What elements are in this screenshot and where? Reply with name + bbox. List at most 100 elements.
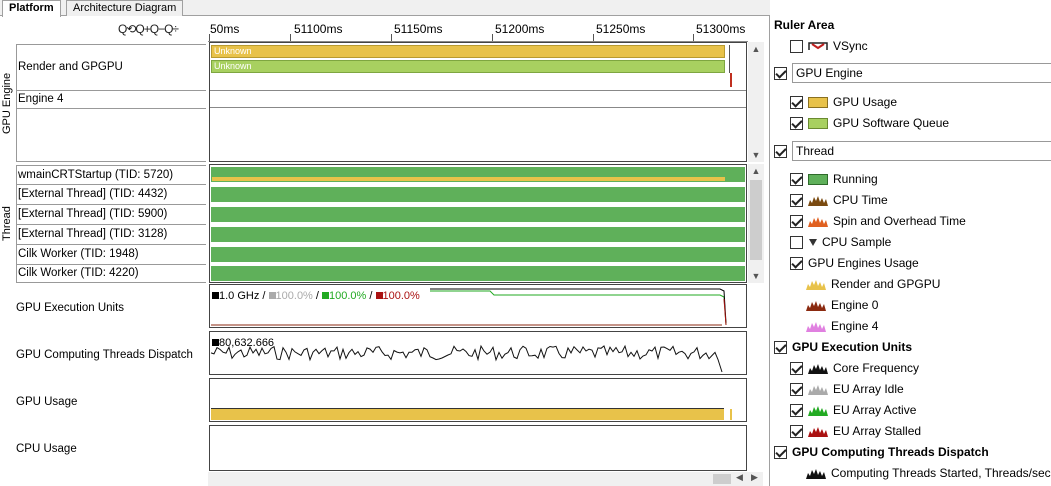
- ruler-tick-label: 51200ms: [495, 22, 545, 36]
- legend-item-vsync[interactable]: VSync: [790, 37, 868, 55]
- tab-bar: Platform Architecture Diagram: [0, 0, 770, 17]
- tab-platform[interactable]: Platform: [2, 0, 61, 17]
- section-label-eu[interactable]: GPU Execution Units: [16, 302, 124, 314]
- cpu-usage-track[interactable]: [209, 425, 747, 471]
- eu-graph: [211, 288, 727, 326]
- eu-idle-checkbox[interactable]: [790, 382, 803, 396]
- spin-checkbox[interactable]: [790, 214, 803, 228]
- core-frequency-checkbox[interactable]: [790, 361, 803, 375]
- thread-checkbox[interactable]: [774, 144, 787, 158]
- tab-architecture-diagram[interactable]: Architecture Diagram: [66, 0, 184, 16]
- legend-item-thread[interactable]: Thread: [774, 141, 1051, 161]
- thread-scrollbar[interactable]: ▲ ▼: [748, 164, 764, 283]
- gpu-queue-swatch: [808, 117, 828, 129]
- ruler-tick-label: 51100ms: [294, 22, 343, 36]
- dispatch-checkbox[interactable]: [774, 445, 787, 459]
- eu-track[interactable]: 1.0 GHz / 100.0% / 100.0% / 100.0%: [209, 284, 747, 328]
- legend-item-render: Render and GPGPU: [806, 275, 940, 293]
- gpu-usage-swatch: [808, 96, 828, 108]
- eu-stalled-checkbox[interactable]: [790, 424, 803, 438]
- row-label-render-gpgpu[interactable]: Render and GPGPU: [16, 44, 206, 91]
- zoom-out-icon[interactable]: Q−: [150, 22, 165, 36]
- legend-item-eu-active[interactable]: EU Array Active: [790, 401, 916, 419]
- zoom-fit-icon[interactable]: Q÷: [164, 22, 179, 36]
- legend-item-eu-idle[interactable]: EU Array Idle: [790, 380, 904, 398]
- gpu-software-queue-bar[interactable]: Unknown: [211, 60, 725, 73]
- thread-track[interactable]: [209, 164, 747, 283]
- legend-item-gpu-software-queue[interactable]: GPU Software Queue: [790, 114, 949, 132]
- thread-label[interactable]: wmainCRTStartup (TID: 5720): [16, 165, 206, 185]
- legend-item-dispatch-started: Computing Threads Started, Threads/sec: [806, 464, 1051, 482]
- zoom-reset-icon[interactable]: Q⟲: [118, 22, 136, 36]
- ruler-tick-label: 51150ms: [394, 22, 443, 36]
- row-label-engine-4[interactable]: Engine 4: [16, 91, 206, 109]
- engine0-icon: [806, 301, 826, 311]
- thread-running-bar[interactable]: [211, 207, 745, 222]
- thread-label[interactable]: Cilk Worker (TID: 4220): [16, 265, 206, 283]
- gpu-usage-checkbox[interactable]: [790, 95, 803, 109]
- scroll-left-icon[interactable]: ◀: [736, 472, 743, 483]
- eu-active-checkbox[interactable]: [790, 403, 803, 417]
- scroll-up-icon[interactable]: ▲: [748, 42, 764, 56]
- hscroll-thumb[interactable]: [713, 474, 731, 484]
- legend-item-gpu-usage[interactable]: GPU Usage: [790, 93, 897, 111]
- thread-select[interactable]: Thread: [792, 141, 1051, 161]
- scroll-down-icon[interactable]: ▼: [748, 148, 764, 162]
- gpu-scrollbar[interactable]: ▲ ▼: [748, 42, 764, 162]
- ruler-tick-label: 51250ms: [596, 22, 646, 36]
- eu-active-icon: [808, 406, 828, 416]
- thread-label[interactable]: [External Thread] (TID: 5900): [16, 205, 206, 225]
- row-label-empty: [16, 109, 206, 162]
- gpu-usage-track[interactable]: [209, 378, 747, 422]
- group-label-gpu-engine: GPU Engine: [1, 72, 13, 134]
- legend-item-engine4: Engine 4: [806, 317, 878, 335]
- gpu-usage-bar[interactable]: Unknown: [211, 45, 725, 58]
- legend-item-gpu-engine[interactable]: GPU Engine: [774, 63, 1051, 83]
- legend-item-eu-stalled[interactable]: EU Array Stalled: [790, 422, 921, 440]
- gpu-usage-tail: [730, 409, 732, 420]
- thread-running-bar[interactable]: [211, 266, 745, 281]
- gpu-engine-track[interactable]: Unknown Unknown: [209, 42, 747, 162]
- legend-item-dispatch[interactable]: GPU Computing Threads Dispatch: [774, 443, 989, 461]
- cpu-sample-icon: [809, 239, 817, 246]
- legend-item-gpu-engines-usage[interactable]: GPU Engines Usage: [790, 254, 919, 272]
- legend-item-running[interactable]: Running: [790, 170, 878, 188]
- scroll-up-icon[interactable]: ▲: [748, 164, 764, 178]
- engine4-icon: [806, 322, 826, 332]
- legend-item-spin[interactable]: Spin and Overhead Time: [790, 212, 966, 230]
- running-swatch: [808, 173, 828, 185]
- time-ruler[interactable]: 50ms 51100ms 51150ms 51200ms 51250ms 513…: [208, 18, 748, 42]
- gpu-engines-usage-checkbox[interactable]: [790, 256, 803, 270]
- gpu-engine-select[interactable]: GPU Engine: [792, 63, 1051, 83]
- thread-label[interactable]: [External Thread] (TID: 3128): [16, 225, 206, 245]
- eu-checkbox[interactable]: [774, 340, 787, 354]
- scroll-down-icon[interactable]: ▼: [748, 269, 764, 283]
- thread-running-bar[interactable]: [211, 187, 745, 202]
- gpu-engine-checkbox[interactable]: [774, 66, 787, 80]
- legend-item-cpu-sample[interactable]: CPU Sample: [790, 233, 891, 251]
- scroll-thumb[interactable]: [750, 180, 762, 260]
- legend-item-engine0: Engine 0: [806, 296, 878, 314]
- dispatch-track[interactable]: 80,632.666: [209, 331, 747, 375]
- cpu-time-checkbox[interactable]: [790, 193, 803, 207]
- section-label-cpu-usage[interactable]: CPU Usage: [16, 443, 77, 455]
- horizontal-scrollbar[interactable]: ◀ ▶: [208, 472, 763, 486]
- dispatch-started-icon: [806, 469, 826, 479]
- cpu-sample-checkbox[interactable]: [790, 235, 803, 249]
- group-label-thread: Thread: [1, 206, 13, 242]
- section-label-gpu-usage[interactable]: GPU Usage: [16, 396, 77, 408]
- thread-label[interactable]: Cilk Worker (TID: 1948): [16, 245, 206, 265]
- running-checkbox[interactable]: [790, 172, 803, 186]
- gpu-queue-checkbox[interactable]: [790, 116, 803, 130]
- thread-running-bar[interactable]: [211, 227, 745, 242]
- zoom-in-icon[interactable]: Q+: [135, 22, 150, 36]
- thread-running-bar[interactable]: [211, 247, 745, 262]
- legend-item-cpu-time[interactable]: CPU Time: [790, 191, 888, 209]
- legend-item-core-frequency[interactable]: Core Frequency: [790, 359, 919, 377]
- scroll-right-icon[interactable]: ▶: [751, 472, 758, 483]
- vsync-checkbox[interactable]: [790, 39, 803, 53]
- cpu-time-icon: [808, 196, 828, 206]
- section-label-dispatch[interactable]: GPU Computing Threads Dispatch: [16, 349, 193, 361]
- thread-label[interactable]: [External Thread] (TID: 4432): [16, 185, 206, 205]
- legend-item-eu[interactable]: GPU Execution Units: [774, 338, 912, 356]
